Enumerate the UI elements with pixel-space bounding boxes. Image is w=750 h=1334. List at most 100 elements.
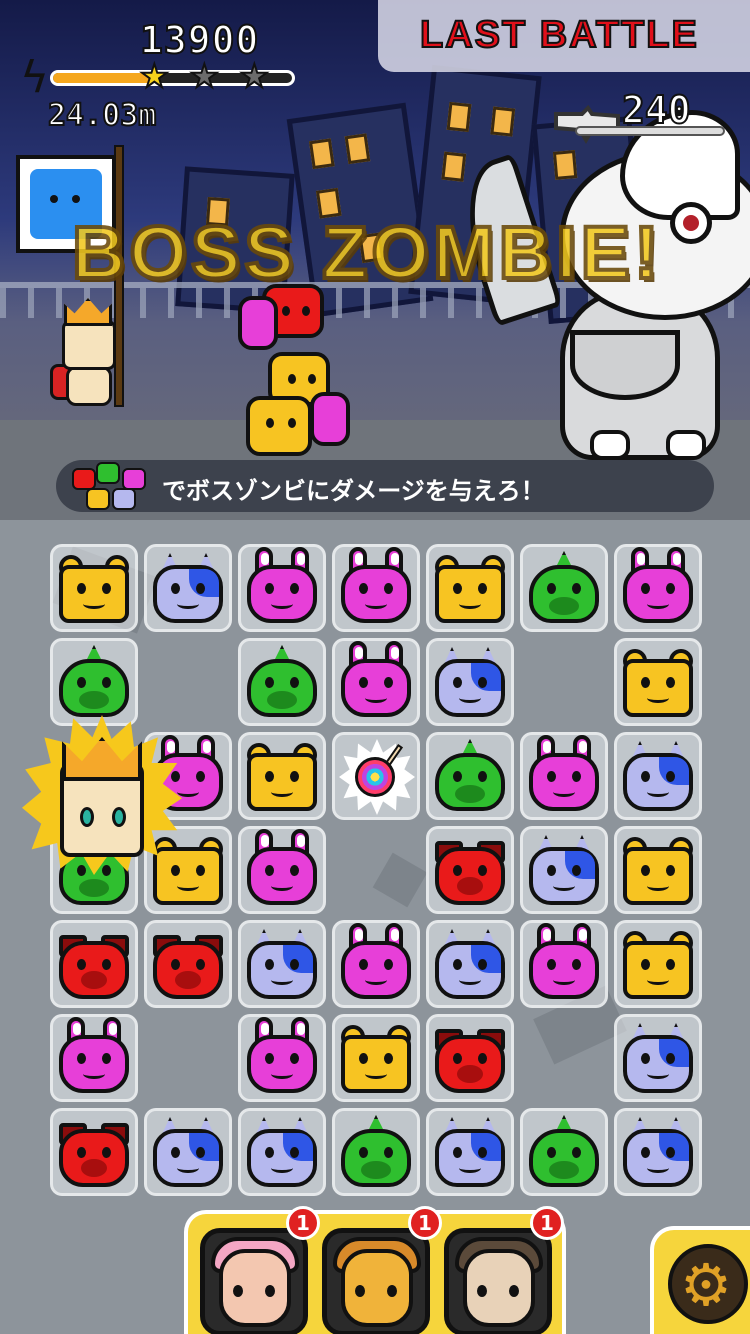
ally-bunny (310, 392, 350, 446)
board-tile-cat[interactable] (238, 920, 326, 1008)
helper-count-badge: 1 (286, 1206, 320, 1240)
board-tile-dino[interactable] (238, 638, 326, 726)
board-tile-bunny[interactable] (520, 732, 608, 820)
dog-icon (153, 929, 223, 999)
cat-icon (623, 1023, 693, 1093)
empty-cell (144, 1014, 232, 1102)
bunny-icon (247, 1017, 317, 1093)
board-tile-dino[interactable] (426, 732, 514, 820)
board-tile-bear[interactable] (614, 826, 702, 914)
board-tile-bunny[interactable] (332, 544, 420, 632)
dino-icon (529, 1115, 599, 1187)
board-tile-cat[interactable] (426, 638, 514, 726)
bear-icon (435, 553, 505, 623)
star-empty-icon: ★ (189, 57, 220, 95)
board-tile-dog[interactable] (144, 920, 232, 1008)
cat-icon (153, 1117, 223, 1187)
board-tile-dog[interactable] (50, 920, 138, 1008)
board-tile-cat[interactable] (144, 1108, 232, 1196)
bear-icon (86, 488, 110, 510)
cat-icon (247, 1117, 317, 1187)
dog-icon (59, 1117, 129, 1187)
helper-count-badge: 1 (408, 1206, 442, 1240)
bunny-icon (247, 547, 317, 623)
board-tile-dino[interactable] (50, 638, 138, 726)
bear-icon (59, 553, 129, 623)
boss-icon (554, 104, 620, 144)
king-character (50, 298, 122, 406)
helper-portrait (322, 1228, 430, 1334)
board-tile-cat[interactable] (426, 1108, 514, 1196)
bear-icon (623, 929, 693, 999)
bunny-icon (59, 1017, 129, 1093)
cat-icon (153, 553, 223, 623)
mission-bar: でボスゾンビにダメージを与えろ！ (56, 460, 714, 512)
board-tile-dog[interactable] (426, 1014, 514, 1102)
bear-icon (247, 741, 317, 811)
bunny-icon (529, 735, 599, 811)
bunny-icon (529, 923, 599, 999)
dino-icon (247, 645, 317, 717)
board-tile-cat[interactable] (614, 1014, 702, 1102)
distance: 24.03m (47, 97, 157, 134)
settings-button[interactable]: ⚙ (668, 1244, 748, 1324)
cat-icon (435, 647, 505, 717)
dog-icon (435, 835, 505, 905)
cat-icon (435, 929, 505, 999)
empty-cell (520, 1014, 608, 1102)
board-tile-cat[interactable] (144, 544, 232, 632)
board-tile-dog[interactable] (50, 1108, 138, 1196)
battle-scene: BOSS ZOMBIE! 13900 ϟ ★ ★ ★ 24.03m LAST BAT… (0, 0, 750, 520)
board-tile-bear[interactable] (238, 732, 326, 820)
board-tile-bunny[interactable] (332, 638, 420, 726)
helper-portrait (444, 1228, 552, 1334)
empty-cell (144, 638, 232, 726)
board-tile-dino[interactable] (520, 544, 608, 632)
board-tile-bunny[interactable] (238, 1014, 326, 1102)
dino-icon (435, 739, 505, 811)
board-tile-cat[interactable] (520, 826, 608, 914)
board-tile-bear[interactable] (614, 638, 702, 726)
empty-cell (332, 826, 420, 914)
board-tile-dog[interactable] (426, 826, 514, 914)
board-tile-bear[interactable] (614, 920, 702, 1008)
bear-icon (623, 835, 693, 905)
lollipop-icon (355, 757, 395, 797)
board-tile-bunny[interactable] (50, 1014, 138, 1102)
cat-icon (623, 741, 693, 811)
bear-icon (341, 1023, 411, 1093)
bunny-icon (247, 829, 317, 905)
board-tile-dino[interactable] (332, 1108, 420, 1196)
board-tile-bunny[interactable] (238, 826, 326, 914)
cat-icon (112, 488, 136, 510)
board-tile-cat[interactable] (238, 1108, 326, 1196)
helper-yellow-warrior[interactable]: 1 (322, 1206, 442, 1334)
ally-bear (246, 396, 312, 456)
board-tile-cat[interactable] (614, 732, 702, 820)
board-tile-dino[interactable] (520, 1108, 608, 1196)
empty-cell (520, 638, 608, 726)
board-tile-bunny[interactable] (238, 544, 326, 632)
board-tile-bear[interactable] (50, 544, 138, 632)
board-tile-cat[interactable] (426, 920, 514, 1008)
stage-title: LAST BATTLE (419, 13, 699, 57)
candy-powerup-tile[interactable] (332, 732, 420, 820)
bunny-icon (623, 547, 693, 623)
board-tile-bunny[interactable] (332, 920, 420, 1008)
king-power-icon[interactable] (22, 715, 182, 875)
board-tile-bunny[interactable] (520, 920, 608, 1008)
board-tile-bunny[interactable] (614, 544, 702, 632)
helper-count-badge: 1 (530, 1206, 564, 1240)
dog-icon (72, 468, 96, 490)
board-tile-bear[interactable] (426, 544, 514, 632)
gear-icon: ⚙ (680, 1251, 732, 1319)
board-tile-cat[interactable] (614, 1108, 702, 1196)
helper-portrait (200, 1228, 308, 1334)
bunny-icon (341, 547, 411, 623)
helper-mustache-man[interactable]: 1 (444, 1206, 564, 1334)
cat-icon (247, 929, 317, 999)
score: 13900 (139, 17, 260, 63)
helper-flower-girl[interactable]: 1 (200, 1206, 320, 1334)
board-tile-bear[interactable] (332, 1014, 420, 1102)
bear-icon (623, 647, 693, 717)
